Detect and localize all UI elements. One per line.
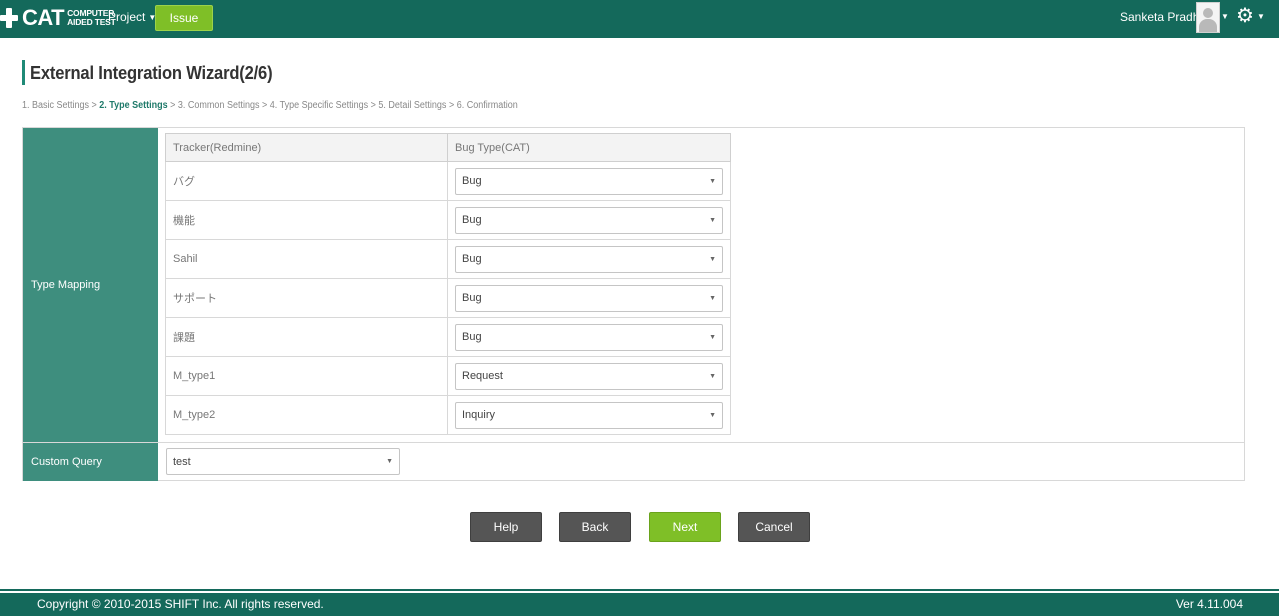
select-value: Bug	[462, 214, 482, 226]
project-menu-label: Project	[108, 10, 146, 24]
select-value: Bug	[462, 331, 482, 343]
custom-query-select[interactable]: test ▼	[166, 448, 400, 475]
gear-icon[interactable]: ⚙	[1236, 6, 1254, 26]
step-separator: >	[370, 100, 376, 111]
bug-type-cell: Request ▼	[447, 356, 731, 396]
table-row: Sahil Bug ▼	[165, 239, 731, 279]
step-common-settings: 3. Common Settings	[177, 100, 260, 111]
user-avatar-icon[interactable]	[1196, 2, 1220, 33]
bug-type-select[interactable]: Bug ▼	[455, 245, 723, 273]
bug-type-cell: Bug ▼	[447, 239, 731, 279]
step-type-settings: 2. Type Settings	[99, 100, 168, 111]
cancel-button[interactable]: Cancel	[738, 512, 810, 542]
column-header-tracker: Tracker(Redmine)	[165, 133, 448, 162]
caret-down-icon[interactable]: ▼	[1257, 12, 1265, 21]
copyright-text: Copyright © 2010-2015 SHIFT Inc. All rig…	[37, 597, 324, 611]
bug-type-select[interactable]: Bug ▼	[455, 206, 723, 234]
select-value: Request	[462, 370, 503, 382]
select-arrow-icon: ▼	[709, 177, 716, 185]
step-detail-settings: 5. Detail Settings	[378, 100, 447, 111]
avatar-body	[1199, 19, 1217, 32]
page-title: External Integration Wizard(2/6)	[30, 63, 273, 83]
select-arrow-icon: ▼	[709, 216, 716, 224]
select-arrow-icon: ▼	[709, 411, 716, 419]
tracker-name: 機能	[165, 200, 448, 240]
select-value: Bug	[462, 292, 482, 304]
back-button[interactable]: Back	[559, 512, 631, 542]
tracker-name: Sahil	[165, 239, 448, 279]
table-row: バグ Bug ▼	[165, 161, 731, 201]
footer-divider	[0, 589, 1279, 591]
step-confirmation: 6. Confirmation	[456, 100, 518, 111]
select-arrow-icon: ▼	[709, 255, 716, 263]
tracker-name: バグ	[165, 161, 448, 201]
bug-type-select[interactable]: Bug ▼	[455, 323, 723, 351]
select-value: test	[173, 455, 191, 468]
bug-type-select[interactable]: Bug ▼	[455, 167, 723, 195]
title-accent-bar	[22, 60, 25, 85]
select-arrow-icon: ▼	[709, 333, 716, 341]
step-separator: >	[448, 100, 455, 111]
avatar-head	[1203, 8, 1213, 18]
column-header-bug-type: Bug Type(CAT)	[447, 133, 731, 162]
table-row: 課題 Bug ▼	[165, 317, 731, 357]
type-settings-form: Type Mapping Custom Query Tracker(Redmin…	[22, 127, 1245, 481]
tracker-name: M_type2	[165, 395, 448, 435]
select-arrow-icon: ▼	[386, 458, 393, 465]
select-value: Bug	[462, 175, 482, 187]
bug-type-select[interactable]: Inquiry ▼	[455, 401, 723, 429]
bug-type-cell: Bug ▼	[447, 278, 731, 318]
tracker-name: 課題	[165, 317, 448, 357]
help-button[interactable]: Help	[470, 512, 542, 542]
step-separator: >	[91, 100, 97, 111]
step-separator: >	[170, 100, 176, 111]
issue-button[interactable]: Issue	[155, 5, 213, 31]
plus-cross-logo-icon	[0, 6, 18, 30]
type-mapping-label: Type Mapping	[23, 128, 158, 442]
logo-text: CAT	[22, 5, 65, 30]
version-text: Ver 4.11.004	[1175, 597, 1243, 611]
bug-type-cell: Bug ▼	[447, 317, 731, 357]
bug-type-cell: Inquiry ▼	[447, 395, 731, 435]
type-mapping-table: Tracker(Redmine) Bug Type(CAT) バグ Bug ▼ …	[165, 133, 731, 435]
caret-down-icon[interactable]: ▼	[1221, 12, 1229, 21]
step-type-specific-settings: 4. Type Specific Settings	[269, 100, 369, 111]
wizard-steps-breadcrumb: 1. Basic Settings > 2. Type Settings > 3…	[22, 100, 518, 111]
row-divider	[158, 442, 1245, 443]
table-row: サポート Bug ▼	[165, 278, 731, 318]
next-button[interactable]: Next	[649, 512, 721, 542]
select-arrow-icon: ▼	[709, 372, 716, 380]
project-menu[interactable]: Project ▼	[108, 10, 156, 24]
table-header-row: Tracker(Redmine) Bug Type(CAT)	[165, 133, 731, 162]
select-value: Inquiry	[462, 409, 496, 421]
step-separator: >	[261, 100, 268, 111]
select-arrow-icon: ▼	[709, 294, 716, 302]
tracker-name: M_type1	[165, 356, 448, 396]
step-basic-settings: 1. Basic Settings	[22, 100, 90, 111]
table-row: 機能 Bug ▼	[165, 200, 731, 240]
bug-type-select[interactable]: Bug ▼	[455, 284, 723, 312]
select-value: Bug	[462, 253, 482, 265]
tracker-name: サポート	[165, 278, 448, 318]
footer: Copyright © 2010-2015 SHIFT Inc. All rig…	[0, 593, 1279, 616]
bug-type-cell: Bug ▼	[447, 200, 731, 240]
table-row: M_type2 Inquiry ▼	[165, 395, 731, 435]
bug-type-select[interactable]: Request ▼	[455, 362, 723, 390]
table-row: M_type1 Request ▼	[165, 356, 731, 396]
top-navigation-bar: CAT COMPUTER AIDED TEST Project ▼ Issue …	[0, 0, 1279, 38]
custom-query-label: Custom Query	[23, 442, 158, 481]
cat-logo[interactable]: CAT COMPUTER AIDED TEST	[0, 4, 116, 32]
bug-type-cell: Bug ▼	[447, 161, 731, 201]
